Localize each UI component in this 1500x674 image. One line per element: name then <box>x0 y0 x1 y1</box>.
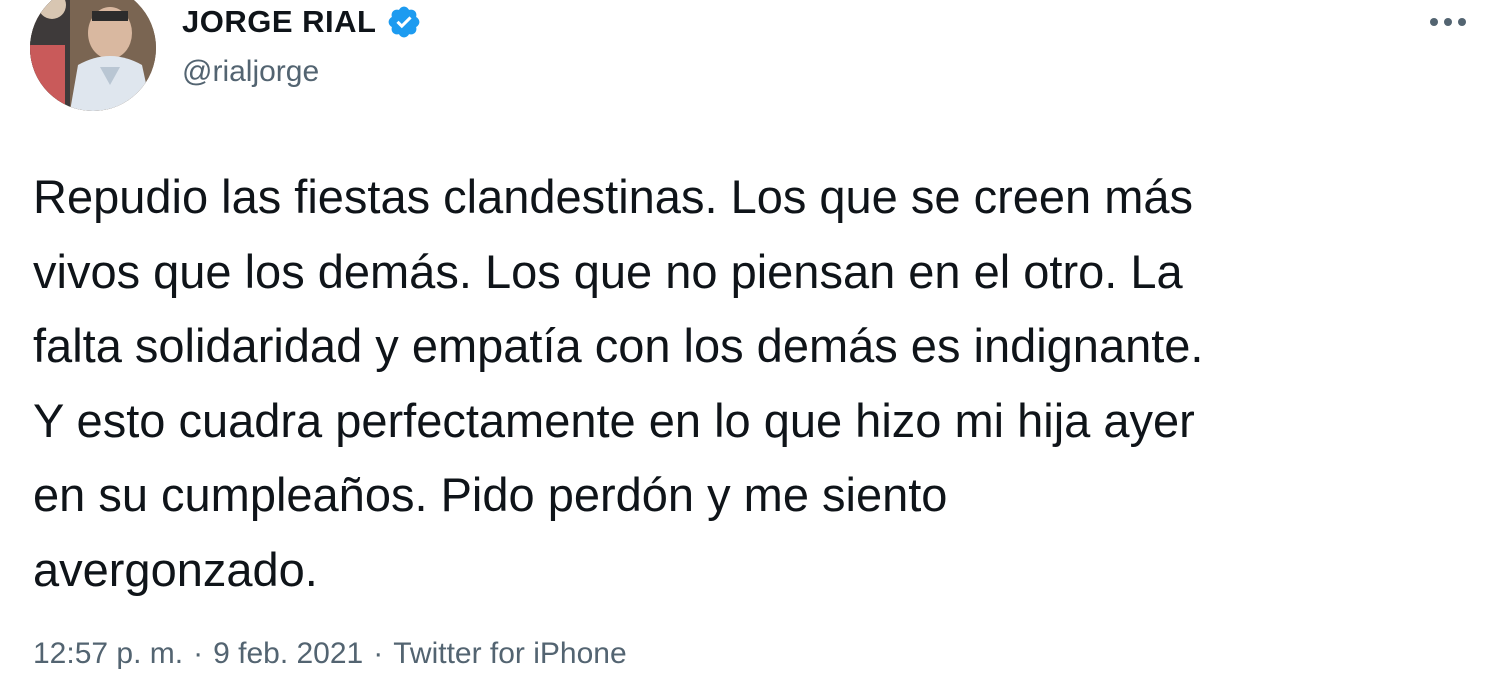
tweet-text: Repudio las fiestas clandestinas. Los qu… <box>33 170 1204 596</box>
profile-photo-icon <box>30 0 156 111</box>
tweet-card: JORGE RIAL @rialjorge Repudio las fiesta… <box>0 0 1500 670</box>
tweet-date[interactable]: 9 feb. 2021 <box>213 637 363 670</box>
user-info: JORGE RIAL @rialjorge <box>182 0 422 90</box>
name-row: JORGE RIAL <box>182 0 422 44</box>
tweet-time[interactable]: 12:57 p. m. <box>33 637 183 670</box>
more-horizontal-icon[interactable] <box>1426 8 1470 36</box>
meta-separator: · <box>373 637 384 670</box>
user-handle[interactable]: @rialjorge <box>182 54 422 90</box>
meta-separator: · <box>193 637 204 670</box>
avatar[interactable] <box>30 0 156 111</box>
display-name[interactable]: JORGE RIAL <box>182 0 376 44</box>
tweet-source-link[interactable]: Twitter for iPhone <box>393 637 626 670</box>
tweet-meta: 12:57 p. m. · 9 feb. 2021 · Twitter for iPho… <box>33 634 627 674</box>
verified-badge-icon <box>386 4 422 40</box>
